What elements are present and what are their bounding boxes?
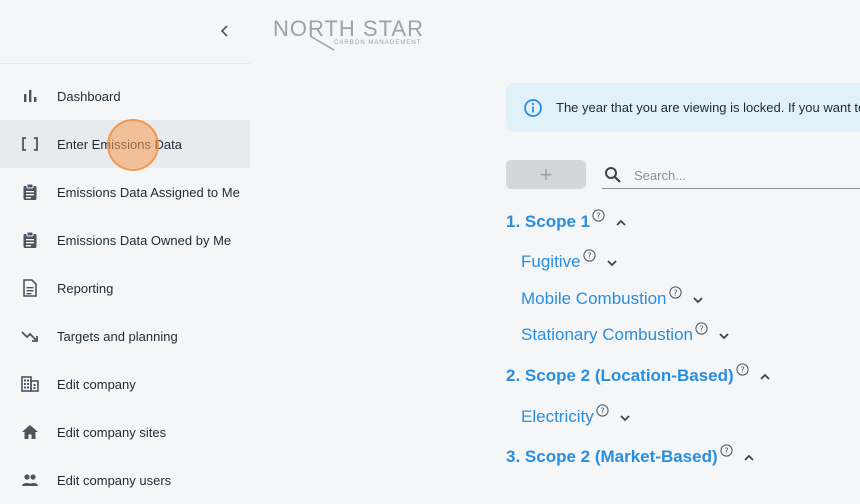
search-icon [605, 167, 621, 183]
category-title: Mobile Combustion [521, 289, 667, 308]
sidebar-item-label: Edit company [57, 376, 136, 392]
sidebar-item-label: Emissions Data Assigned to Me [57, 184, 240, 200]
svg-text:?: ? [740, 366, 744, 375]
sidebar-item-label: Edit company users [57, 472, 172, 488]
sidebar-item-reporting[interactable]: Reporting [0, 264, 250, 312]
sidebar-item-emissions-owned[interactable]: Emissions Data Owned by Me [0, 216, 250, 264]
svg-text:?: ? [587, 252, 591, 261]
chevron-down-icon[interactable] [691, 293, 705, 307]
scope-title: 3. Scope 2 (Market-Based) [506, 447, 718, 466]
chevron-down-icon[interactable] [605, 256, 619, 270]
sidebar: Dashboard Enter Emissions Data Emissions… [0, 0, 250, 488]
svg-text:?: ? [699, 325, 703, 334]
chevron-up-icon[interactable] [742, 451, 756, 465]
help-icon[interactable]: ? [668, 286, 682, 299]
add-button[interactable]: + [506, 160, 586, 189]
help-icon[interactable]: ? [720, 444, 733, 457]
brackets-icon [20, 134, 40, 154]
search-input[interactable] [632, 166, 856, 184]
users-icon [20, 470, 40, 490]
sidebar-item-label: Reporting [57, 280, 114, 296]
scope-2-market-heading[interactable]: 3. Scope 2 (Market-Based) ? [506, 444, 756, 467]
sidebar-item-dashboard[interactable]: Dashboard [0, 72, 250, 120]
sidebar-item-edit-company[interactable]: Edit company [0, 360, 250, 408]
search-box [602, 162, 860, 189]
north-star-logo: NORTH STAR CARBON MANAGEMENT [272, 16, 423, 52]
category-fugitive[interactable]: Fugitive ? [521, 249, 619, 272]
scope-title: 1. Scope 1 [506, 212, 591, 231]
sidebar-item-label: Edit company sites [57, 424, 167, 440]
scope-1-heading[interactable]: 1. Scope 1 ? [506, 209, 628, 232]
chevron-left-icon [220, 25, 228, 37]
help-icon[interactable]: ? [582, 249, 596, 262]
scope-title: 2. Scope 2 (Location-Based) [506, 366, 734, 385]
scope-2-location-heading[interactable]: 2. Scope 2 (Location-Based) ? [506, 363, 772, 386]
help-icon[interactable]: ? [736, 363, 749, 376]
chevron-down-icon[interactable] [618, 411, 632, 425]
category-title: Electricity [521, 407, 594, 426]
banner-text: The year that you are viewing is locked.… [556, 100, 860, 115]
svg-text:?: ? [724, 447, 728, 456]
chevron-up-icon[interactable] [758, 370, 772, 384]
sidebar-item-label: Targets and planning [57, 328, 178, 344]
info-icon [524, 98, 542, 117]
chevron-down-icon[interactable] [717, 329, 731, 343]
category-stationary-combustion[interactable]: Stationary Combustion ? [521, 322, 731, 345]
home-icon [20, 422, 40, 442]
sidebar-item-emissions-assigned[interactable]: Emissions Data Assigned to Me [0, 168, 250, 216]
clipboard-icon [20, 182, 40, 202]
collapse-sidebar-button[interactable] [215, 21, 235, 41]
sidebar-header [0, 0, 250, 64]
building-icon [20, 374, 40, 394]
locked-year-banner: The year that you are viewing is locked.… [506, 83, 860, 132]
help-icon[interactable]: ? [592, 209, 605, 222]
sidebar-item-edit-company-users[interactable]: Edit company users [0, 456, 250, 504]
sidebar-item-label: Emissions Data Owned by Me [57, 232, 232, 248]
svg-text:?: ? [600, 407, 604, 416]
chevron-up-icon[interactable] [614, 216, 628, 230]
logo-star-icon [309, 35, 335, 51]
bar-chart-icon [20, 86, 40, 106]
document-icon [20, 278, 40, 298]
clipboard-icon [20, 230, 40, 250]
help-icon[interactable]: ? [596, 404, 609, 417]
help-icon[interactable]: ? [695, 322, 708, 335]
sidebar-item-label: Dashboard [57, 88, 121, 104]
svg-text:?: ? [673, 289, 677, 298]
sidebar-item-edit-company-sites[interactable]: Edit company sites [0, 408, 250, 456]
category-title: Fugitive [521, 252, 581, 271]
sidebar-item-label: Enter Emissions Data [57, 136, 182, 152]
svg-text:?: ? [596, 212, 600, 221]
sidebar-item-targets[interactable]: Targets and planning [0, 312, 250, 360]
trending-down-icon [20, 326, 40, 346]
category-title: Stationary Combustion [521, 325, 693, 344]
category-electricity[interactable]: Electricity ? [521, 404, 632, 427]
sidebar-item-enter-emissions-data[interactable]: Enter Emissions Data [0, 120, 250, 168]
category-mobile-combustion[interactable]: Mobile Combustion ? [521, 286, 705, 309]
